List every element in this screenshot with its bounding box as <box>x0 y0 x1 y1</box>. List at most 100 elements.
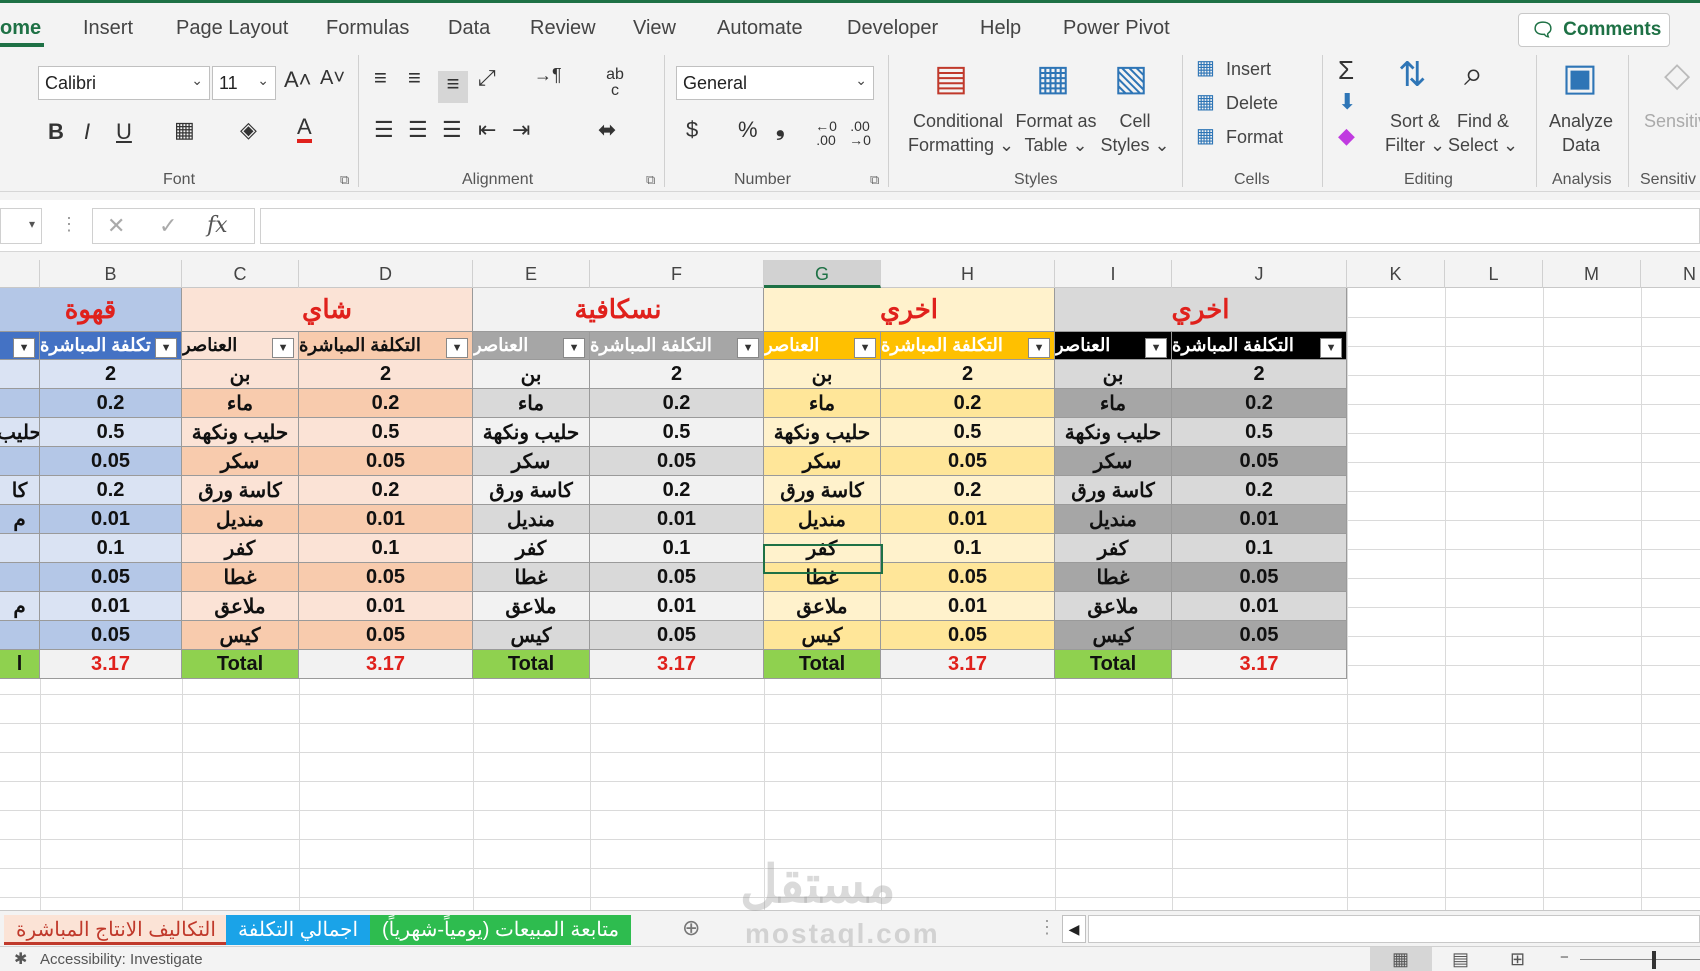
item-cell[interactable]: كيس <box>1055 621 1172 650</box>
item-cell[interactable]: منديل <box>1055 505 1172 534</box>
filter-dropdown-icon[interactable]: ▼ <box>446 338 468 358</box>
filter-dropdown-icon[interactable]: ▼ <box>1028 338 1050 358</box>
table-title[interactable]: قهوة <box>0 288 182 332</box>
zoom-slider-track[interactable] <box>1580 959 1700 960</box>
dialog-launcher-icon[interactable]: ⧉ <box>646 172 655 188</box>
item-cell[interactable]: م <box>0 505 40 534</box>
cost-cell[interactable]: 0.2 <box>299 476 473 505</box>
column-header-c[interactable]: C <box>182 260 299 288</box>
item-cell[interactable]: كاسة ورق <box>1055 476 1172 505</box>
item-cell[interactable]: م <box>0 592 40 621</box>
total-value[interactable]: 3.17 <box>40 650 182 679</box>
cost-cell[interactable]: 0.05 <box>1172 447 1347 476</box>
fill-color-icon[interactable]: ◈ <box>240 117 257 143</box>
item-cell[interactable]: حليب ونكهة <box>182 418 299 447</box>
currency-button[interactable]: $ <box>686 117 698 143</box>
filter-dropdown-icon[interactable]: ▼ <box>563 338 585 358</box>
cost-cell[interactable]: 0.01 <box>1172 592 1347 621</box>
cost-cell[interactable]: 0.2 <box>1172 476 1347 505</box>
column-header-n[interactable]: N <box>1641 260 1700 288</box>
column-header-items[interactable]: العناصر ▼ <box>764 332 881 360</box>
table-title[interactable]: اخري <box>1055 288 1347 332</box>
item-cell[interactable]: بن <box>1055 360 1172 389</box>
cost-cell[interactable]: 0.1 <box>1172 534 1347 563</box>
cost-cell[interactable]: 0.01 <box>40 592 182 621</box>
item-cell[interactable]: سكر <box>473 447 590 476</box>
sensitivity-icon[interactable]: ◇ <box>1664 55 1690 95</box>
tab-automate[interactable]: Automate <box>717 17 803 40</box>
borders-icon[interactable]: ▦ <box>174 117 195 143</box>
item-cell[interactable]: بن <box>182 360 299 389</box>
magnifier-icon[interactable]: ⌕ <box>1464 55 1483 94</box>
align-right-icon[interactable]: ☰ <box>442 117 462 143</box>
wrap-text-button[interactable]: ab c <box>604 67 626 99</box>
item-cell[interactable]: حليب ونكهة <box>1055 418 1172 447</box>
total-label[interactable]: Total <box>473 650 590 679</box>
column-header-m[interactable]: M <box>1543 260 1641 288</box>
cost-cell[interactable]: 0.5 <box>1172 418 1347 447</box>
total-label[interactable]: l <box>0 650 40 679</box>
column-header-direct-cost[interactable]: التكلفة المباشرة ▼ <box>590 332 764 360</box>
decrease-indent-icon[interactable]: ⇤ <box>478 117 496 143</box>
cost-cell[interactable]: 0.05 <box>40 563 182 592</box>
scroll-left-icon[interactable]: ◀ <box>1062 915 1086 943</box>
item-cell[interactable]: كفر <box>1055 534 1172 563</box>
worksheet-grid[interactable]: قهوة▼تكلفة المباشرة▼20.2حليب0.50.05كا0.2… <box>0 288 1700 910</box>
sensitivity-button[interactable]: Sensitiv <box>1644 109 1700 133</box>
text-direction-icon[interactable]: →¶ <box>534 65 562 86</box>
italic-button[interactable]: I <box>84 119 90 145</box>
cost-cell[interactable]: 0.05 <box>1172 621 1347 650</box>
name-box[interactable]: ▾ <box>0 208 42 244</box>
item-cell[interactable] <box>0 360 40 389</box>
item-cell[interactable]: ملاعق <box>473 592 590 621</box>
comma-button[interactable]: ❟ <box>776 115 785 141</box>
item-cell[interactable] <box>0 563 40 592</box>
tab-view[interactable]: View <box>633 17 676 40</box>
cost-cell[interactable]: 0.05 <box>1172 563 1347 592</box>
cost-cell[interactable]: 0.2 <box>881 389 1055 418</box>
tab-home[interactable]: ome <box>0 17 41 40</box>
page-break-view-icon[interactable]: ⊞ <box>1510 949 1525 970</box>
cost-cell[interactable]: 0.2 <box>881 476 1055 505</box>
find-select-button[interactable]: Find & Select ⌄ <box>1448 109 1518 157</box>
cost-cell[interactable]: 0.05 <box>40 447 182 476</box>
cost-cell[interactable]: 0.01 <box>299 505 473 534</box>
accessibility-status[interactable]: Accessibility: Investigate <box>40 951 203 968</box>
font-color-button[interactable]: A <box>297 115 312 143</box>
merge-center-icon[interactable]: ⬌ <box>598 117 616 143</box>
cost-cell[interactable]: 0.01 <box>590 505 764 534</box>
filter-dropdown-icon[interactable]: ▼ <box>155 338 177 358</box>
analyze-data-button[interactable]: Analyze Data <box>1544 109 1618 157</box>
cost-cell[interactable]: 0.05 <box>299 563 473 592</box>
sort-filter-button[interactable]: Sort & Filter ⌄ <box>1382 109 1448 157</box>
font-name-select[interactable]: Calibri ⌄ <box>38 66 210 100</box>
conditional-formatting-button[interactable]: Conditional Formatting ⌄ <box>908 109 1014 157</box>
cost-cell[interactable]: 0.01 <box>590 592 764 621</box>
format-as-table-button[interactable]: Format as Table ⌄ <box>1012 109 1100 157</box>
sheet-tab-total-cost[interactable]: اجمالي التكلفة <box>226 915 371 945</box>
cost-cell[interactable]: 0.05 <box>881 447 1055 476</box>
column-header-a[interactable] <box>0 260 40 288</box>
cost-cell[interactable]: 0.1 <box>881 534 1055 563</box>
align-left-icon[interactable]: ☰ <box>374 117 394 143</box>
zoom-out-icon[interactable]: − <box>1560 949 1569 966</box>
column-header-f[interactable]: F <box>590 260 764 288</box>
item-cell[interactable]: ملاعق <box>1055 592 1172 621</box>
item-cell[interactable]: ماء <box>764 389 881 418</box>
cost-cell[interactable]: 0.01 <box>881 505 1055 534</box>
align-middle-icon[interactable]: ≡ <box>408 65 421 91</box>
item-cell[interactable]: حليب ونكهة <box>473 418 590 447</box>
clear-icon[interactable]: ◆ <box>1338 123 1355 149</box>
tab-review[interactable]: Review <box>530 17 596 40</box>
formula-input[interactable] <box>260 208 1700 244</box>
column-header-direct-cost[interactable]: التكلفة المباشرة ▼ <box>1172 332 1347 360</box>
cost-cell[interactable]: 0.1 <box>299 534 473 563</box>
column-header-e[interactable]: E <box>473 260 590 288</box>
zoom-slider-thumb[interactable] <box>1652 951 1656 969</box>
column-header-direct-cost[interactable]: التكلفة المباشرة ▼ <box>299 332 473 360</box>
cost-cell[interactable]: 0.05 <box>299 447 473 476</box>
item-cell[interactable]: ملاعق <box>182 592 299 621</box>
cancel-icon[interactable]: ✕ <box>107 213 125 239</box>
item-cell[interactable]: بن <box>764 360 881 389</box>
cell-styles-button[interactable]: Cell Styles ⌄ <box>1100 109 1170 157</box>
